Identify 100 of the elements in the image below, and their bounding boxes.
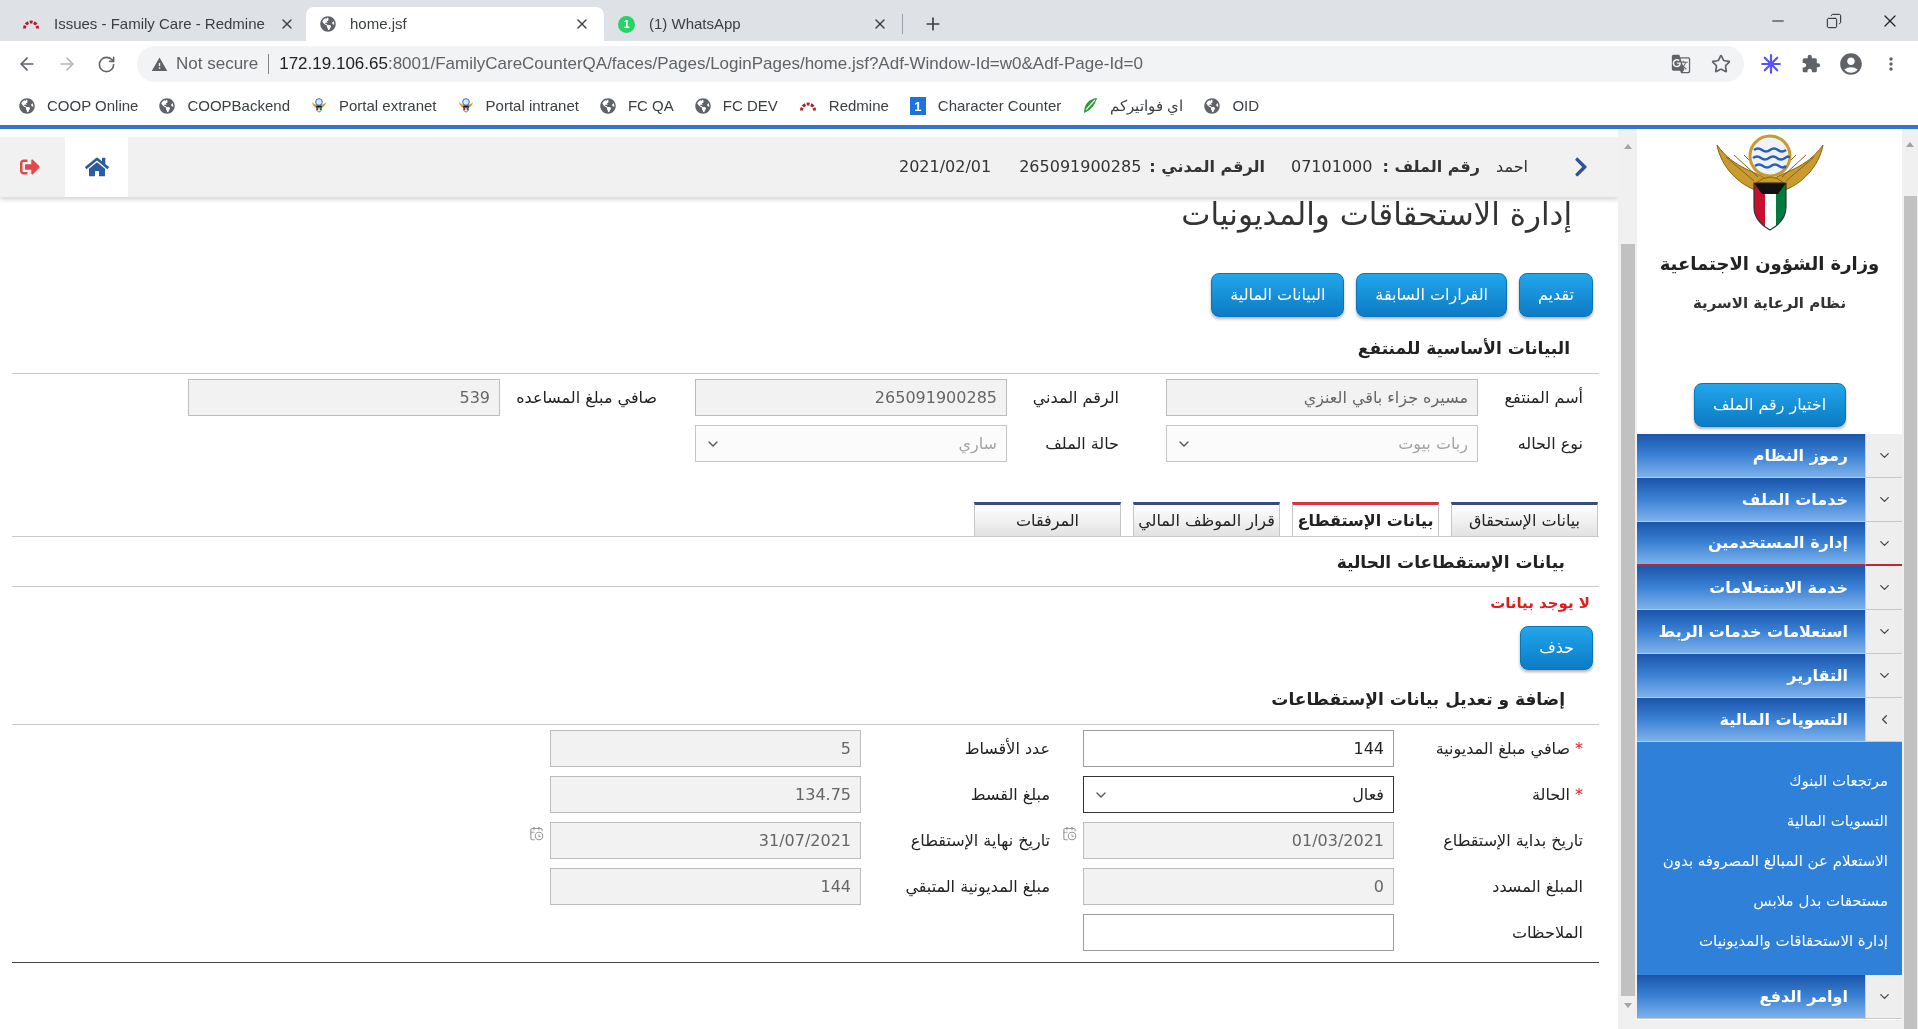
globe-icon [1204,98,1221,114]
scrollbar[interactable] [1618,129,1637,1029]
menu-item[interactable]: التسويات المالية [1637,698,1865,742]
ministry-name: وزارة الشؤون الاجتماعية [1659,253,1880,275]
action-button[interactable]: القرارات السابقة [1356,273,1507,317]
scrollbar-thumb[interactable] [1903,196,1917,1029]
submenu-item[interactable]: مرتجعات البنوك [1789,771,1888,791]
menu-item[interactable]: خدمات الملف [1637,478,1865,522]
restore-icon[interactable] [1826,12,1842,29]
globe-icon [320,16,336,32]
submenu-item[interactable]: التسويات المالية [1786,811,1888,831]
bookmark[interactable]: Portal intranet [457,94,579,118]
civil-id: 265091900285 [1019,156,1142,178]
arc-logo-icon [798,100,817,112]
globe-icon [694,98,711,114]
field-label: الملاحظات [1511,921,1583,944]
delete-button[interactable]: حذف [1520,626,1593,670]
field-label: المبلغ المسدد [1492,875,1583,899]
reload-icon[interactable] [97,54,116,74]
bookmark[interactable]: Portal extranet [311,94,437,118]
globe-icon [159,98,176,114]
menu-item[interactable]: اوامر الدفع [1637,975,1865,1019]
section-title: إضافة و تعديل بيانات الإستقطاعات [1271,688,1565,710]
calendar-icon[interactable] [529,826,544,841]
field-label: تاريخ نهاية الإستقطاع [910,829,1050,853]
field-label: صافي مبلغ المديونية [1435,737,1570,761]
field-label: الحالة [1532,783,1570,806]
tab[interactable]: بيانات الإستحقاق [1451,502,1598,536]
field-label: عدد الأقساط [964,737,1050,760]
sparkle-icon[interactable] [1761,54,1781,74]
action-button[interactable]: تقديم [1518,273,1593,317]
address-bar[interactable]: Not secure 172.19.106.65:8001/FamilyCareCounterQA/faces/Pages/LoginPages/home.jsf?Adf-Window-Id=w0&Adf-Page-Id=0 [137,46,1744,82]
section-title: بيانات الإستقطاعات الحالية [1336,551,1565,573]
home-button[interactable] [65,137,128,197]
submenu-item[interactable]: مستحقات بدل ملابس [1753,891,1888,911]
tab[interactable]: قرار الموظف المالي [1133,502,1280,536]
civil-id-label: الرقم المدني : [1149,156,1265,179]
empty-message: لا يوجد بيانات [1490,594,1590,612]
globe-icon [19,98,35,114]
browser-tab[interactable]: 1 (1) WhatsApp [604,7,902,41]
security-label: Not secure [176,53,259,76]
bookmark[interactable]: OID [1204,94,1260,118]
bookmark[interactable]: COOPBackend [159,94,290,118]
menu-item[interactable]: إدارة المستخدمين [1637,522,1865,566]
required-mark: * [1575,737,1583,760]
translate-icon[interactable] [1671,54,1691,74]
puzzle-icon[interactable] [1801,54,1821,74]
browser-tab[interactable]: Issues - Family Care - Redmine [8,7,306,41]
emblem-icon [311,98,327,114]
field-label: مبلغ المديونية المتبقي [905,875,1050,899]
scroll-up-icon[interactable] [1906,142,1914,147]
number-badge: 1 [909,97,926,115]
field-label: حالة الملف [1044,432,1119,455]
field-label: الرقم المدني [1031,386,1119,410]
field-label: صافي مبلغ المساعده [515,386,657,410]
count-badge: 1 [618,15,635,33]
bookmark[interactable]: Redmine [798,94,889,118]
expand-button[interactable] [1865,522,1902,566]
text-field[interactable] [1083,914,1394,951]
menu-item[interactable]: رموز النظام [1637,434,1865,478]
action-button[interactable]: البيانات المالية [1211,273,1345,317]
page-title: إدارة الاستحقاقات والمديونيات [1181,197,1572,231]
select-file-button[interactable]: اختيار رقم الملف [1693,383,1846,427]
scrollbar[interactable] [1902,129,1918,1029]
submenu-item[interactable]: إدارة الاستحقاقات والمديونيات [1698,931,1888,951]
logout-icon[interactable] [20,157,40,177]
field-label: مبلغ القسط [970,783,1050,807]
submenu-item[interactable]: الاستعلام عن المبالغ المصروفه بدون [1662,851,1888,871]
bookmark[interactable]: COOP Online [19,94,139,118]
bookmark[interactable]: اي فواتيركم [1082,94,1184,118]
emblem-icon [457,98,474,114]
text-field[interactable]: 144 [1083,730,1394,767]
header-date: 2021/02/01 [898,156,992,178]
menu-item[interactable]: استعلامات خدمات الربط [1637,610,1865,654]
tab[interactable]: بيانات الإستقطاع [1292,502,1439,536]
user-name: احمد [1496,156,1528,178]
scrollbar[interactable] [1637,1020,1902,1029]
calendar-icon[interactable] [1062,826,1077,841]
scrollbar-thumb[interactable] [1620,244,1635,996]
menu-item[interactable]: التقارير [1637,654,1865,698]
home-icon [84,155,109,179]
arc-logo-icon [22,18,40,30]
url-text[interactable]: 172.19.106.65:8001/FamilyCareCounterQA/faces/Pages/LoginPages/home.jsf?Adf-Window-Id=w0&Adf-Page-Id=0 [279,51,1143,77]
file-number: 07101000 [1291,156,1373,178]
menu-item[interactable]: خدمة الاستعلامات [1637,566,1865,610]
dropdown[interactable]: فعال [1083,776,1394,813]
section-title: البيانات الأساسية للمنتفع [1357,337,1570,359]
field-label: نوع الحاله [1516,432,1583,456]
bookmark[interactable]: FC DEV [694,94,778,118]
browser-tab[interactable]: home.jsf [306,7,604,41]
tab[interactable]: المرفقات [974,502,1121,536]
profile-icon[interactable] [1838,51,1864,77]
star-icon[interactable] [1711,54,1731,74]
scroll-down-icon[interactable] [1623,1003,1632,1008]
system-name: نظام الرعاية الاسرية [1692,294,1847,312]
leaf-logo-icon [1082,97,1099,115]
scroll-up-icon[interactable] [1623,144,1632,149]
bookmark[interactable]: FC QA [599,94,674,118]
field-label: تاريخ بداية الإستقطاع [1443,829,1583,853]
bookmark[interactable]: 1 Character Counter [909,94,1062,118]
